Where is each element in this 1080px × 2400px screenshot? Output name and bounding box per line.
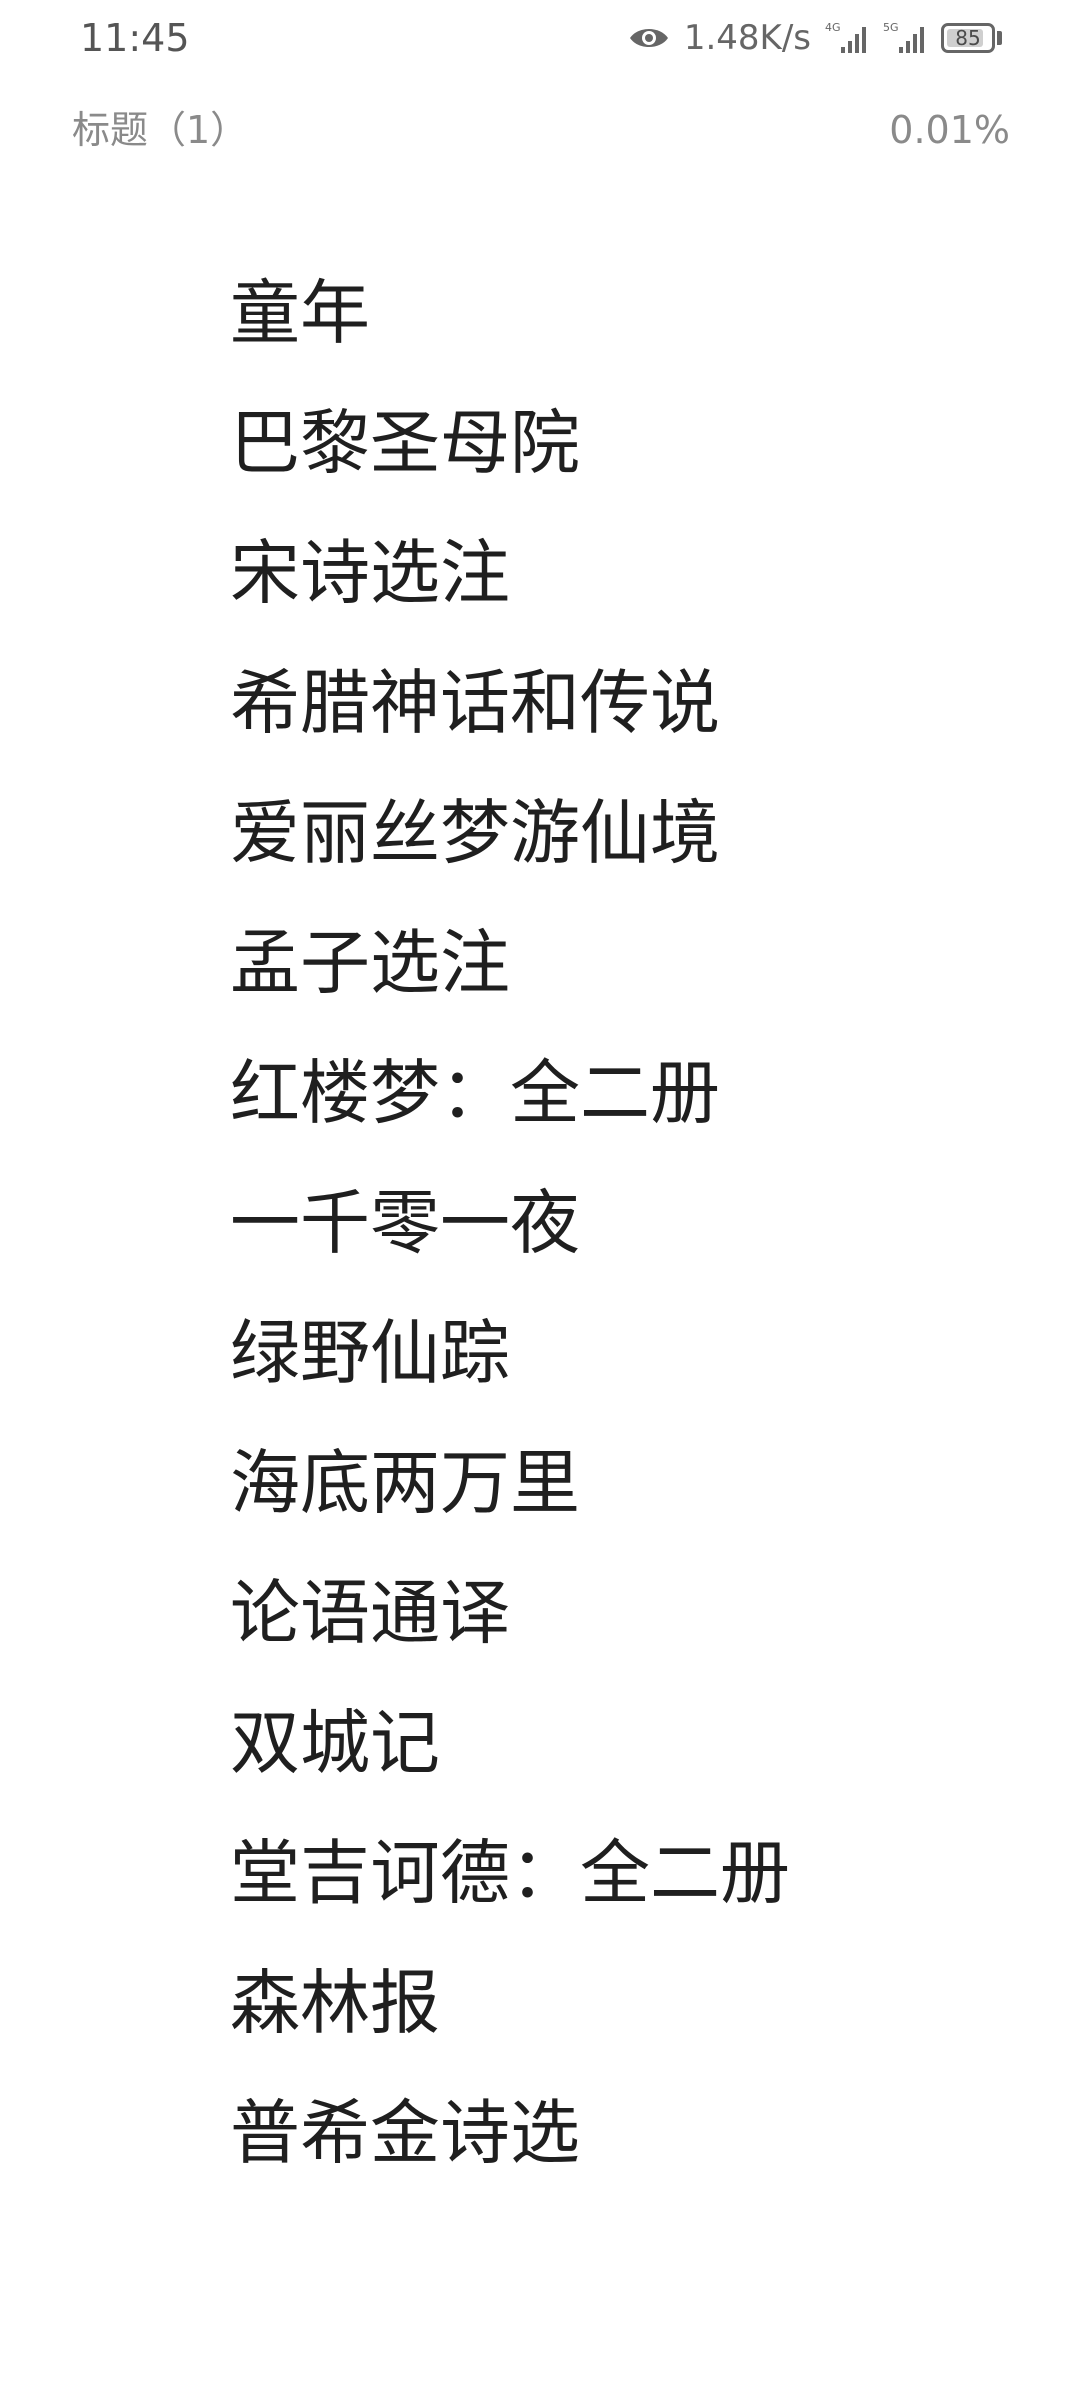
list-item: 海底两万里 <box>230 1442 580 1524</box>
signal-5g-icon: 5G <box>883 21 924 53</box>
list-item: 一千零一夜 <box>230 1182 580 1264</box>
list-item: 普希金诗选 <box>230 2092 580 2174</box>
list-item: 论语通译 <box>230 1572 510 1654</box>
book-list: 童年 巴黎圣母院 宋诗选注 希腊神话和传说 爱丽丝梦游仙境 孟子选注 红楼梦：全… <box>230 248 1010 2198</box>
signal-5g-label: 5G <box>883 21 899 34</box>
list-item: 希腊神话和传说 <box>230 662 720 744</box>
battery-icon: 85 <box>941 23 995 53</box>
list-item: 双城记 <box>230 1702 440 1784</box>
reader-header: 标题（1） 0.01% <box>0 100 1080 160</box>
eye-icon <box>629 29 668 47</box>
list-item: 森林报 <box>230 1962 440 2044</box>
list-item: 孟子选注 <box>230 922 510 1004</box>
list-item: 巴黎圣母院 <box>230 402 580 484</box>
network-speed: 1.48K/s <box>683 18 811 58</box>
status-time: 11:45 <box>80 16 190 60</box>
list-item: 绿野仙踪 <box>230 1312 510 1394</box>
battery-tip <box>997 31 1002 45</box>
reading-progress: 0.01% <box>889 108 1010 152</box>
status-bar: 11:45 1.48K/s 4G 5G 85 <box>0 0 1080 75</box>
list-item: 宋诗选注 <box>230 532 510 614</box>
list-item: 红楼梦：全二册 <box>230 1052 720 1134</box>
chapter-title: 标题（1） <box>72 108 249 152</box>
signal-4g-label: 4G <box>825 21 841 34</box>
list-item: 堂吉诃德：全二册 <box>230 1832 790 1914</box>
battery-level: 85 <box>955 26 981 50</box>
status-icons: 1.48K/s 4G 5G 85 <box>628 14 1002 62</box>
list-item: 童年 <box>230 272 370 354</box>
signal-4g-icon: 4G <box>825 21 866 53</box>
list-item: 爱丽丝梦游仙境 <box>230 792 720 874</box>
